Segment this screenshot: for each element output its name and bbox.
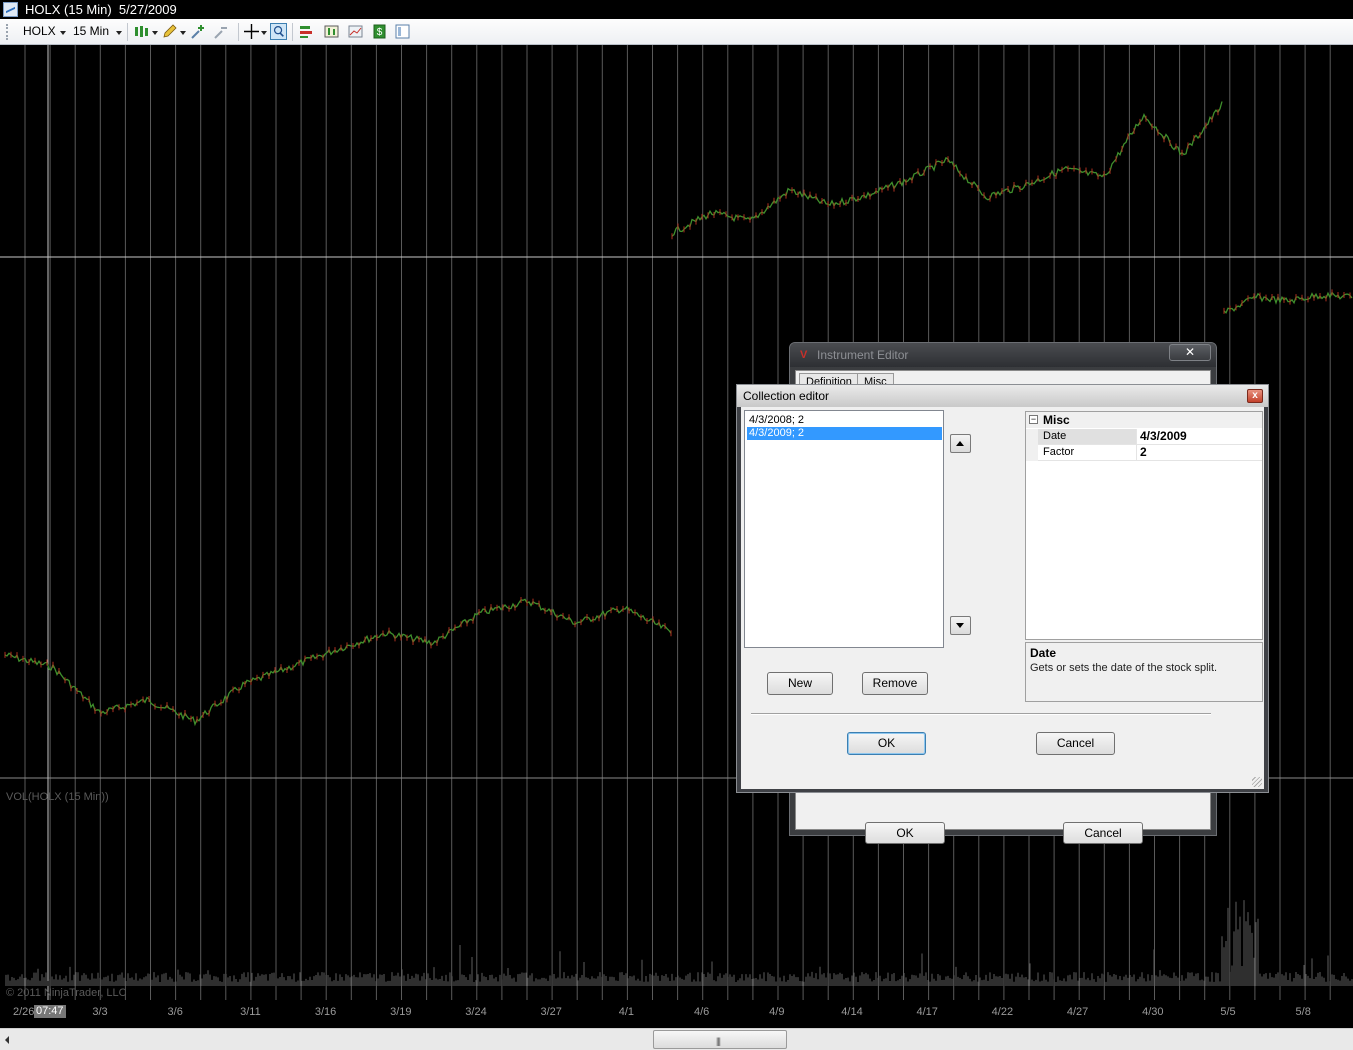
toolbar-separator [127,23,128,41]
move-down-button[interactable] [950,616,971,635]
instrument-cancel-button[interactable]: Cancel [1063,822,1143,844]
divider [751,713,1211,715]
x-axis-label: 3/24 [465,1006,487,1018]
x-axis-label: 5/8 [1295,1006,1311,1018]
x-axis: 2/26 3/3 3/6 3/11 3/16 3/19 3/24 3/27 4/1 4/6 4/9… [0,1002,1353,1024]
list-item-selected[interactable]: 4/3/2009; 2 [747,427,942,440]
price-series-right [1223,291,1353,314]
property-name[interactable]: Factor [1038,445,1136,461]
property-gutter [1026,429,1038,445]
instrument-ok-button[interactable]: OK [865,822,945,844]
x-axis-label: 3/3 [92,1006,108,1018]
drawing-dropdown-icon[interactable] [180,31,186,35]
collection-editor-body: 4/3/2008; 2 4/3/2009; 2 − Misc Date 4/3/… [741,407,1264,789]
scrollbar-thumb[interactable]: ||| [653,1030,787,1049]
collapse-icon[interactable]: − [1029,415,1038,424]
cursor-time-label: 07:47 [34,1005,66,1018]
property-grid[interactable]: − Misc Date 4/3/2009 Factor 2 [1025,411,1263,640]
resize-grip-icon[interactable] [1252,777,1262,787]
x-axis-label: 4/22 [991,1006,1014,1018]
svg-text:$: $ [377,27,383,38]
cancel-button[interactable]: Cancel [1036,732,1115,755]
x-axis-label: 4/17 [916,1006,938,1018]
x-axis-label: 3/19 [390,1006,412,1018]
remove-button[interactable]: Remove [862,672,928,695]
property-row-factor[interactable]: Factor 2 [1026,445,1262,461]
collection-editor-title: Collection editor [743,389,830,403]
scroll-left-icon[interactable] [0,1029,16,1050]
x-axis-label: 4/6 [693,1006,710,1018]
x-axis-label: 4/9 [769,1006,785,1018]
bar-type-dropdown-icon[interactable] [152,31,158,35]
title-bar: HOLX (15 Min) 5/27/2009 [0,0,1353,19]
interval-dropdown-icon[interactable] [116,31,122,35]
move-up-button[interactable] [950,434,971,453]
grip-icon: ||| [716,1036,721,1046]
toolbar-separator [238,23,239,41]
instrument-editor-caption[interactable]: V Instrument Editor ✕ [790,343,1216,367]
property-gutter [1026,445,1038,461]
date-value-field[interactable]: 4/3/2009 [1136,429,1262,445]
help-title: Date [1030,646,1057,660]
strategy-icon[interactable] [323,23,340,40]
property-row-date[interactable]: Date 4/3/2009 [1026,429,1262,445]
dollar-icon[interactable]: $ [371,23,388,40]
property-category-label: Misc [1043,413,1070,427]
chart-toolbar: HOLX 15 Min $ [0,19,1353,45]
data-box-icon[interactable] [270,23,287,40]
new-button[interactable]: New [767,672,833,695]
ninjatrader-logo-icon: V [800,349,808,361]
property-category[interactable]: − Misc [1026,412,1262,428]
app-chart-icon [3,2,18,17]
instrument-dropdown-icon[interactable] [60,31,66,35]
collection-editor-caption[interactable]: Collection editor x [737,385,1268,407]
interval-selector[interactable]: 15 Min [73,24,109,38]
x-axis-label: 4/30 [1142,1006,1164,1018]
x-axis-label: 4/27 [1066,1006,1089,1018]
add-indicator-icon[interactable] [190,23,207,40]
volume-panel-label: VOL(HOLX (15 Min)) [6,791,109,803]
crosshair-dropdown-icon[interactable] [261,31,267,35]
x-axis-label: 2/26 [13,1006,35,1018]
x-axis-label: 4/1 [618,1006,635,1018]
instrument-editor-title: Instrument Editor [817,348,909,362]
x-axis-label: 4/14 [841,1006,863,1018]
crosshair-icon[interactable] [243,23,260,40]
horizontal-scrollbar[interactable]: ||| [0,1028,1353,1050]
toolbar-separator [292,23,293,41]
copyright-text: © 2011 NinjaTrader, LLC [6,987,127,999]
chart-trader-icon[interactable] [347,23,364,40]
help-text: Gets or sets the date of the stock split… [1030,662,1218,674]
split-list[interactable]: 4/3/2008; 2 4/3/2009; 2 [744,410,944,648]
x-axis-label: 3/27 [540,1006,562,1018]
drawing-pencil-icon[interactable] [161,23,178,40]
property-help-box: Date Gets or sets the date of the stock … [1025,642,1263,702]
template-icon[interactable] [394,23,411,40]
properties-icon[interactable] [298,23,315,40]
x-axis-label: 5/5 [1220,1006,1236,1018]
arrow-down-icon [956,623,964,628]
window-title: HOLX (15 Min) 5/27/2009 [25,2,177,17]
x-axis-label: 3/16 [314,1006,337,1018]
x-axis-label: 3/6 [167,1006,183,1018]
remove-indicator-icon[interactable] [213,23,230,40]
property-name[interactable]: Date [1038,429,1136,445]
collection-editor-dialog: Collection editor x 4/3/2008; 2 4/3/2009… [736,384,1269,793]
list-item[interactable]: 4/3/2008; 2 [747,414,942,427]
price-series-lower [4,598,672,727]
arrow-up-icon [956,441,964,446]
toolbar-grip[interactable] [6,24,8,40]
ok-button[interactable]: OK [847,732,926,755]
instrument-selector[interactable]: HOLX [23,24,56,38]
x-axis-label: 3/11 [240,1006,261,1018]
bar-type-icon[interactable] [133,23,150,40]
instrument-editor-close-button[interactable]: ✕ [1169,344,1211,361]
factor-value-field[interactable]: 2 [1136,445,1262,461]
collection-editor-close-icon[interactable]: x [1247,389,1263,403]
